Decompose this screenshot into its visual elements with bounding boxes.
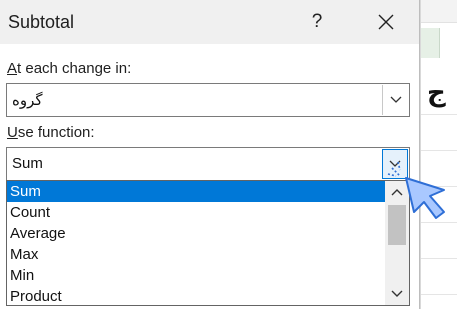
function-option-sum[interactable]: Sum bbox=[7, 181, 385, 202]
help-button[interactable]: ? bbox=[300, 4, 334, 40]
background-ribbon-strip bbox=[421, 0, 457, 23]
mouse-pointer-icon bbox=[387, 161, 445, 219]
use-function-label-mnemonic: U bbox=[7, 124, 18, 141]
background-sheet-tab bbox=[421, 28, 440, 58]
use-function-dropdown[interactable]: Sum bbox=[6, 147, 410, 181]
dialog-titlebar[interactable]: Subtotal ? bbox=[0, 0, 419, 44]
at-each-change-label-text: t each change in: bbox=[17, 60, 132, 77]
at-each-change-label-mnemonic: A bbox=[7, 60, 18, 77]
chevron-down-icon bbox=[390, 96, 401, 103]
background-gridline bbox=[421, 114, 457, 115]
function-option-count[interactable]: Count bbox=[7, 202, 385, 223]
at-each-change-dropdown[interactable]: گروه bbox=[6, 83, 410, 117]
use-function-label-text: se function: bbox=[17, 124, 95, 141]
function-option-product[interactable]: Product bbox=[7, 286, 385, 305]
at-each-change-dropdown-button[interactable] bbox=[382, 85, 408, 115]
background-gridline bbox=[421, 294, 457, 295]
chevron-down-icon bbox=[391, 290, 403, 297]
close-icon bbox=[378, 14, 394, 30]
at-each-change-value: گروه bbox=[12, 92, 43, 109]
background-gridline bbox=[421, 222, 457, 223]
background-worksheet: ج bbox=[420, 0, 457, 309]
scroll-down-button[interactable] bbox=[385, 283, 409, 305]
subtotal-dialog: Subtotal ? At each change in: گروه Use f… bbox=[0, 0, 420, 309]
dialog-title: Subtotal bbox=[8, 12, 75, 32]
function-option-min[interactable]: Min bbox=[7, 265, 385, 286]
background-cell-text: ج bbox=[427, 78, 446, 108]
function-option-average[interactable]: Average bbox=[7, 223, 385, 244]
function-option-max[interactable]: Max bbox=[7, 244, 385, 265]
close-button[interactable] bbox=[366, 4, 406, 40]
at-each-change-label: At each change in: bbox=[7, 60, 131, 77]
function-options-list[interactable]: Sum Count Average Max Min Product bbox=[6, 180, 410, 306]
use-function-label: Use function: bbox=[7, 124, 95, 141]
background-gridline bbox=[421, 150, 457, 151]
use-function-value: Sum bbox=[12, 155, 43, 172]
background-gridline bbox=[421, 258, 457, 259]
